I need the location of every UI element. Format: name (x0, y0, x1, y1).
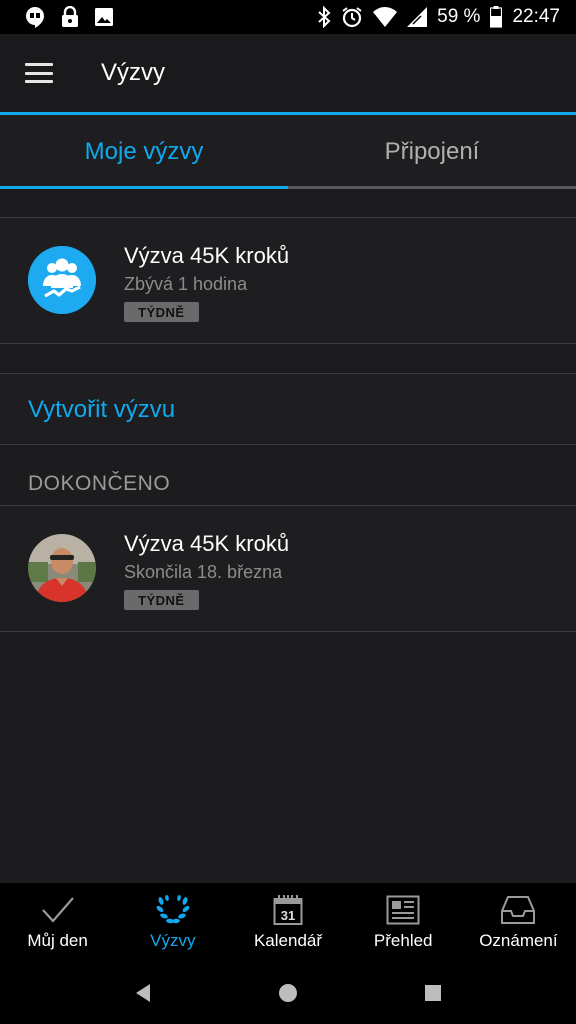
period-badge: TÝDNĚ (124, 302, 199, 322)
calendar-day: 31 (281, 908, 295, 923)
nav-label: Výzvy (150, 931, 196, 950)
tab-connections[interactable]: Připojení (288, 115, 576, 189)
user-avatar (28, 534, 96, 602)
create-challenge-link[interactable]: Vytvořit výzvu (28, 396, 175, 424)
group-challenge-icon (28, 246, 96, 314)
create-challenge-row[interactable]: Vytvořit výzvu (0, 373, 576, 445)
nav-label: Kalendář (253, 931, 323, 950)
inbox-icon (500, 893, 536, 927)
challenge-subtitle: Zbývá 1 hodina (124, 274, 248, 294)
wifi-icon (373, 7, 398, 27)
tab-bar: Moje výzvy Připojení (0, 115, 576, 189)
status-right: 59 % 22:47 (317, 6, 560, 28)
completed-header: DOKONČENO (28, 472, 171, 495)
battery-percent: 59 % (437, 6, 481, 27)
status-left (24, 6, 114, 28)
hangouts-icon (24, 6, 46, 28)
home-icon[interactable] (268, 973, 308, 1013)
nav-label: Oznámení (479, 931, 558, 950)
newspaper-icon (386, 893, 420, 927)
nav-my-day[interactable]: Můj den (0, 883, 115, 961)
checkmark-icon (40, 893, 76, 927)
signal-icon (407, 7, 428, 27)
nav-overview[interactable]: Přehled (346, 883, 461, 961)
laurel-icon (155, 893, 191, 927)
period-badge: TÝDNĚ (124, 590, 199, 610)
app-bar: Výzvy (0, 34, 576, 112)
nav-label: Můj den (27, 931, 88, 950)
page-title: Výzvy (101, 59, 166, 86)
back-icon[interactable] (123, 973, 163, 1013)
bottom-navigation: Můj den Výzvy 31 Kalendář Přehled Oznáme… (0, 883, 576, 961)
nav-calendar[interactable]: 31 Kalendář (230, 883, 345, 961)
calendar-icon: 31 (273, 893, 303, 927)
recents-icon[interactable] (413, 973, 453, 1013)
bluetooth-icon (317, 6, 331, 28)
challenge-title: Výzva 45K kroků (124, 243, 290, 268)
menu-icon[interactable] (25, 63, 53, 83)
alarm-icon (341, 6, 363, 28)
challenge-subtitle: Skončila 18. března (124, 562, 283, 582)
system-navigation-bar (0, 961, 576, 1024)
status-bar: 59 % 22:47 (0, 0, 576, 34)
image-icon (94, 7, 114, 27)
completed-challenge-row[interactable]: Výzva 45K kroků Skončila 18. března TÝDN… (0, 505, 576, 632)
nav-label: Přehled (373, 931, 433, 950)
lock-icon (60, 6, 80, 28)
nav-notifications[interactable]: Oznámení (461, 883, 576, 961)
tab-label: Moje výzvy (84, 138, 204, 165)
tab-label: Připojení (384, 138, 480, 165)
tab-my-challenges[interactable]: Moje výzvy (0, 115, 288, 189)
challenge-title: Výzva 45K kroků (124, 531, 290, 556)
main-content: Výzva 45K kroků Zbývá 1 hodina TÝDNĚ Vyt… (0, 189, 576, 883)
clock: 22:47 (512, 6, 560, 27)
nav-challenges[interactable]: Výzvy (115, 883, 230, 961)
challenge-row[interactable]: Výzva 45K kroků Zbývá 1 hodina TÝDNĚ (0, 217, 576, 344)
battery-icon (490, 6, 503, 28)
